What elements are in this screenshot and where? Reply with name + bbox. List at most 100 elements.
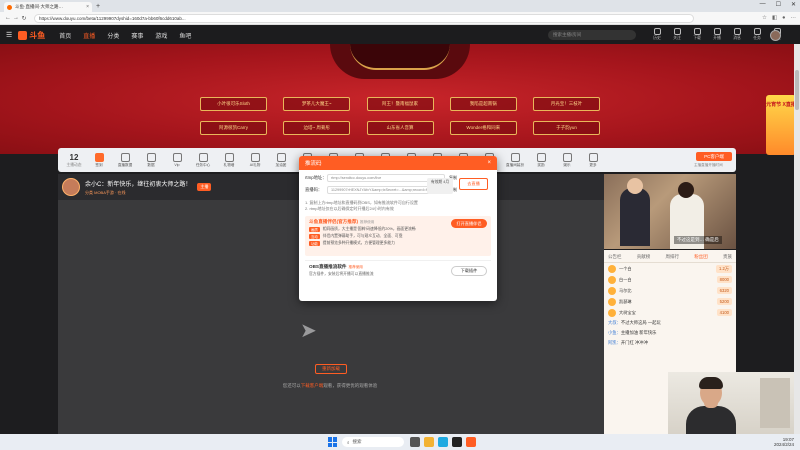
task-center-icon: [198, 152, 208, 162]
toolbar-item[interactable]: AI礼物: [242, 152, 268, 168]
banner-streamer-button[interactable]: 边塔~ 周菊彤: [283, 121, 351, 135]
toolbar-item[interactable]: 签到: [86, 152, 112, 168]
obs-icon[interactable]: [452, 437, 462, 447]
banner-streamer-button[interactable]: 阿王！暨南福鼠家: [366, 97, 434, 111]
douyu-fish-icon: ➤: [300, 320, 317, 342]
download-client-link[interactable]: 下载客户端: [301, 383, 324, 388]
rank-row[interactable]: 一个白 1.2万: [604, 263, 736, 274]
room-title: 余小C：新年快乐，继往初衷大师之路！: [85, 181, 192, 188]
reload-button[interactable]: 重新加载: [315, 364, 347, 374]
banner-streamer-button[interactable]: 我陷是超南锅: [449, 97, 517, 111]
back-icon[interactable]: ←: [4, 15, 12, 21]
url-field[interactable]: https://www.douyu.com/beta/11299907dyshi…: [34, 13, 694, 23]
tab-contribution[interactable]: 贡献榜: [637, 254, 651, 260]
open-companion-button[interactable]: 打开直播伴侣: [451, 219, 487, 228]
toolbar-item[interactable]: 任务中心: [190, 152, 216, 168]
room-category[interactable]: 分类 MOBA手游 · 在线: [85, 190, 191, 196]
task-view-icon[interactable]: [410, 437, 420, 447]
data-icon: [120, 152, 130, 162]
rank-row[interactable]: 大树宝宝 4100: [604, 307, 736, 318]
more-icon: [588, 152, 598, 162]
browser-tab[interactable]: 斗鱼·直播间·大师之路… ×: [4, 2, 92, 12]
toolbar-item[interactable]: 更多: [580, 152, 606, 168]
banner-streamer-button[interactable]: 山东省人音算: [366, 121, 434, 135]
new-tab-button[interactable]: +: [96, 3, 100, 10]
maximize-icon[interactable]: ☐: [776, 1, 781, 8]
tab-notice[interactable]: 公告栏: [608, 254, 622, 260]
banner-streamer-button[interactable]: 梦茶儿大魔王~: [283, 97, 351, 111]
rank-badge-icon: [608, 297, 616, 306]
go-live-button[interactable]: 去直播: [459, 178, 488, 190]
banner-streamer-button[interactable]: 于子韵yun: [533, 121, 600, 135]
user-avatar[interactable]: [770, 30, 781, 41]
streamer-avatar[interactable]: [62, 178, 80, 196]
streamer-tag: 主播: [197, 183, 212, 191]
taskbar-search[interactable]: ⌕ 搜索: [342, 437, 404, 447]
tab-weekly[interactable]: 周排行: [666, 254, 680, 260]
banner-streamer-button[interactable]: 小叶很可乐Sloth: [200, 97, 267, 111]
window-controls: — ☐ ✕: [760, 1, 796, 8]
header-history[interactable]: 历史: [650, 28, 664, 41]
nav-events[interactable]: 赛事: [131, 31, 143, 40]
header-broadcast[interactable]: 开播: [710, 28, 724, 41]
tab-noble[interactable]: 贵族: [723, 254, 732, 260]
file-explorer-icon[interactable]: [424, 437, 434, 447]
nav-games[interactable]: 游戏: [155, 31, 167, 40]
rank-row[interactable]: 白一白 8000: [604, 274, 736, 285]
pc-client-button[interactable]: PC客户端: [696, 152, 732, 161]
toolbar-item[interactable]: Vip: [164, 153, 190, 167]
system-tray[interactable]: 19:07 2024/2/24: [774, 437, 794, 447]
rank-row[interactable]: 马尔比 6320: [604, 285, 736, 296]
ai-gift-icon: [250, 152, 260, 162]
mini-video[interactable]: 不过这是到… 确是后: [604, 174, 736, 249]
gift-wall-icon: [224, 152, 234, 162]
nav-home[interactable]: 首页: [59, 31, 71, 40]
forward-icon[interactable]: →: [12, 15, 20, 21]
close-window-icon[interactable]: ✕: [791, 1, 796, 8]
tab-close-icon[interactable]: ×: [86, 4, 89, 10]
hamburger-menu-icon[interactable]: ☰: [6, 31, 12, 39]
favorite-star-icon[interactable]: ☆: [762, 15, 767, 21]
browser-menu-icon[interactable]: ⋯: [791, 15, 797, 21]
edge-icon[interactable]: [438, 437, 448, 447]
toolbar-item[interactable]: 娱乐: [554, 152, 580, 168]
dialog-header: 推流码 ×: [299, 156, 497, 170]
header-message[interactable]: 消息: [730, 28, 744, 41]
refresh-icon[interactable]: ↻: [20, 15, 28, 22]
toolbar-item[interactable]: 直播间装扮: [502, 152, 528, 168]
companion-app-box: 斗鱼直播伴侣(官方推荐) 推荐使用 打开直播伴侣 画质 相同画质，大主播是‘国粹’码…: [305, 216, 491, 256]
windows-start-icon[interactable]: [328, 437, 338, 447]
search-icon: ⌕: [347, 439, 350, 445]
douyu-logo[interactable]: 斗鱼: [18, 30, 45, 41]
tab-title: 斗鱼·直播间·大师之路…: [15, 4, 63, 9]
broadcast-icon: [713, 28, 721, 35]
side-promo[interactable]: 元宵节 X直播: [766, 95, 796, 155]
rank-row[interactable]: 凯瑟琳 5200: [604, 296, 736, 307]
header-task[interactable]: 任务: [750, 28, 764, 41]
cheer-group-icon: [276, 152, 286, 162]
tab-fans[interactable]: 粉丝团: [694, 254, 708, 260]
toolbar-item[interactable]: 数据: [138, 152, 164, 168]
header-download[interactable]: 下载: [690, 28, 704, 41]
header-follow[interactable]: 关注: [670, 28, 684, 41]
dialog-close-icon[interactable]: ×: [487, 160, 491, 166]
banner-streamer-button[interactable]: 月光宝！三枝叶: [533, 97, 600, 111]
player-tip: 您还可以下载客户端观看，获得更优的观看体验: [282, 383, 378, 388]
scrollbar-thumb[interactable]: [795, 70, 799, 110]
toolbar-item[interactable]: 加油团: [268, 152, 294, 168]
nav-live[interactable]: 直播: [83, 31, 95, 40]
entertainment-icon: [562, 152, 572, 162]
extensions-icon[interactable]: ◧: [772, 15, 777, 21]
download-plugin-button[interactable]: 下载插件: [451, 266, 487, 276]
nav-category[interactable]: 分类: [107, 31, 119, 40]
douyu-app-icon[interactable]: [466, 437, 476, 447]
banner-streamer-button[interactable]: Wonder格和同来: [449, 121, 517, 135]
toolbar-item[interactable]: 礼物墙: [216, 152, 242, 168]
banner-streamer-button[interactable]: 阿源很凯Carry: [200, 121, 267, 135]
minimize-icon[interactable]: —: [760, 1, 766, 8]
nav-yuba[interactable]: 鱼吧: [179, 31, 191, 40]
site-search-input[interactable]: 搜索主播/房间: [548, 30, 636, 40]
toolbar-item[interactable]: 直播数据: [112, 152, 138, 168]
toolbar-item[interactable]: 奖励: [528, 152, 554, 168]
profile-icon[interactable]: ●: [782, 15, 785, 21]
